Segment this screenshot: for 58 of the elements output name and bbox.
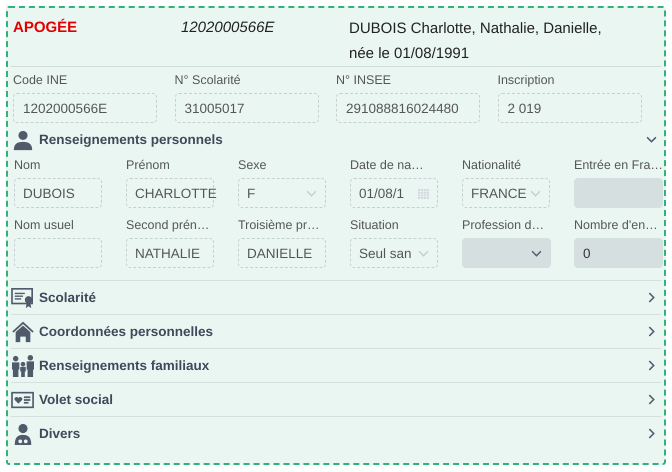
select-field[interactable] — [462, 238, 551, 268]
calendar-icon — [418, 188, 429, 198]
field-label: Nom usuel — [14, 217, 74, 234]
student-code: 1202000566E — [181, 18, 276, 38]
family-icon — [11, 354, 35, 376]
field-label: Troisième pr… — [238, 217, 320, 234]
section-title: Scolarité — [39, 290, 98, 305]
select-field: F — [238, 178, 326, 208]
certificate-icon — [11, 286, 35, 308]
house-icon — [11, 320, 35, 342]
field-label: Situation — [350, 217, 399, 234]
readonly-field: 2 019 — [498, 93, 642, 123]
input-field[interactable]: 0 — [574, 238, 663, 268]
field-label: Entrée en Fra… — [574, 157, 663, 174]
field-label: Nationalité — [462, 157, 522, 174]
field-label: Nom — [14, 157, 40, 174]
section-header[interactable]: Renseignements familiaux — [11, 349, 661, 382]
section-title: Coordonnées personnelles — [39, 324, 214, 339]
section-header[interactable]: Divers — [11, 417, 661, 450]
field-label: Sexe — [238, 157, 266, 174]
field-label: Nombre d'en… — [574, 217, 658, 234]
field-label: N° INSEE — [336, 72, 392, 89]
select-field: FRANCE — [462, 178, 550, 208]
field-label: Inscription — [498, 72, 554, 89]
input-field: DANIELLE — [238, 238, 326, 268]
input-field: NATHALIE — [126, 238, 214, 268]
chevron-icon — [646, 394, 657, 405]
date-field: 01/08/1 — [350, 178, 438, 208]
section-title: Volet social — [39, 392, 114, 407]
readonly-field: 1202000566E — [13, 93, 157, 123]
student-name: née le 01/08/1991 — [349, 44, 470, 64]
readonly-field: 291088816024480 — [336, 93, 480, 123]
chevron-icon — [646, 292, 657, 303]
chevron-icon — [646, 428, 657, 439]
chevron-icon — [646, 134, 657, 145]
app-brand: APOGÉE — [13, 18, 78, 38]
select-field: Seul san — [350, 238, 438, 268]
field-label: Profession d… — [462, 217, 544, 234]
student-name: DUBOIS Charlotte, Nathalie, Danielle, — [349, 19, 602, 39]
input-field[interactable] — [574, 178, 663, 208]
field-label: Code INE — [13, 72, 68, 89]
person-icon — [11, 128, 35, 150]
input-field: CHARLOTTE — [126, 178, 214, 208]
field-label: Prénom — [126, 157, 170, 174]
section-header[interactable]: Scolarité — [11, 281, 661, 314]
readonly-field: 31005017 — [174, 93, 318, 123]
section-header[interactable]: Renseignements personnels — [11, 123, 661, 156]
section-title: Renseignements personnels — [39, 132, 224, 147]
section-title: Renseignements familiaux — [39, 358, 210, 373]
section-title: Divers — [39, 426, 82, 441]
chevron-icon — [646, 360, 657, 371]
field-label: N° Scolarité — [174, 72, 241, 89]
section-header[interactable]: Volet social — [11, 383, 661, 416]
input-field: DUBOIS — [14, 178, 102, 208]
field-label: Second prén… — [126, 217, 210, 234]
chevron-icon — [646, 326, 657, 337]
section-header[interactable]: Coordonnées personnelles — [11, 315, 661, 348]
field-label: Date de na… — [350, 157, 424, 174]
